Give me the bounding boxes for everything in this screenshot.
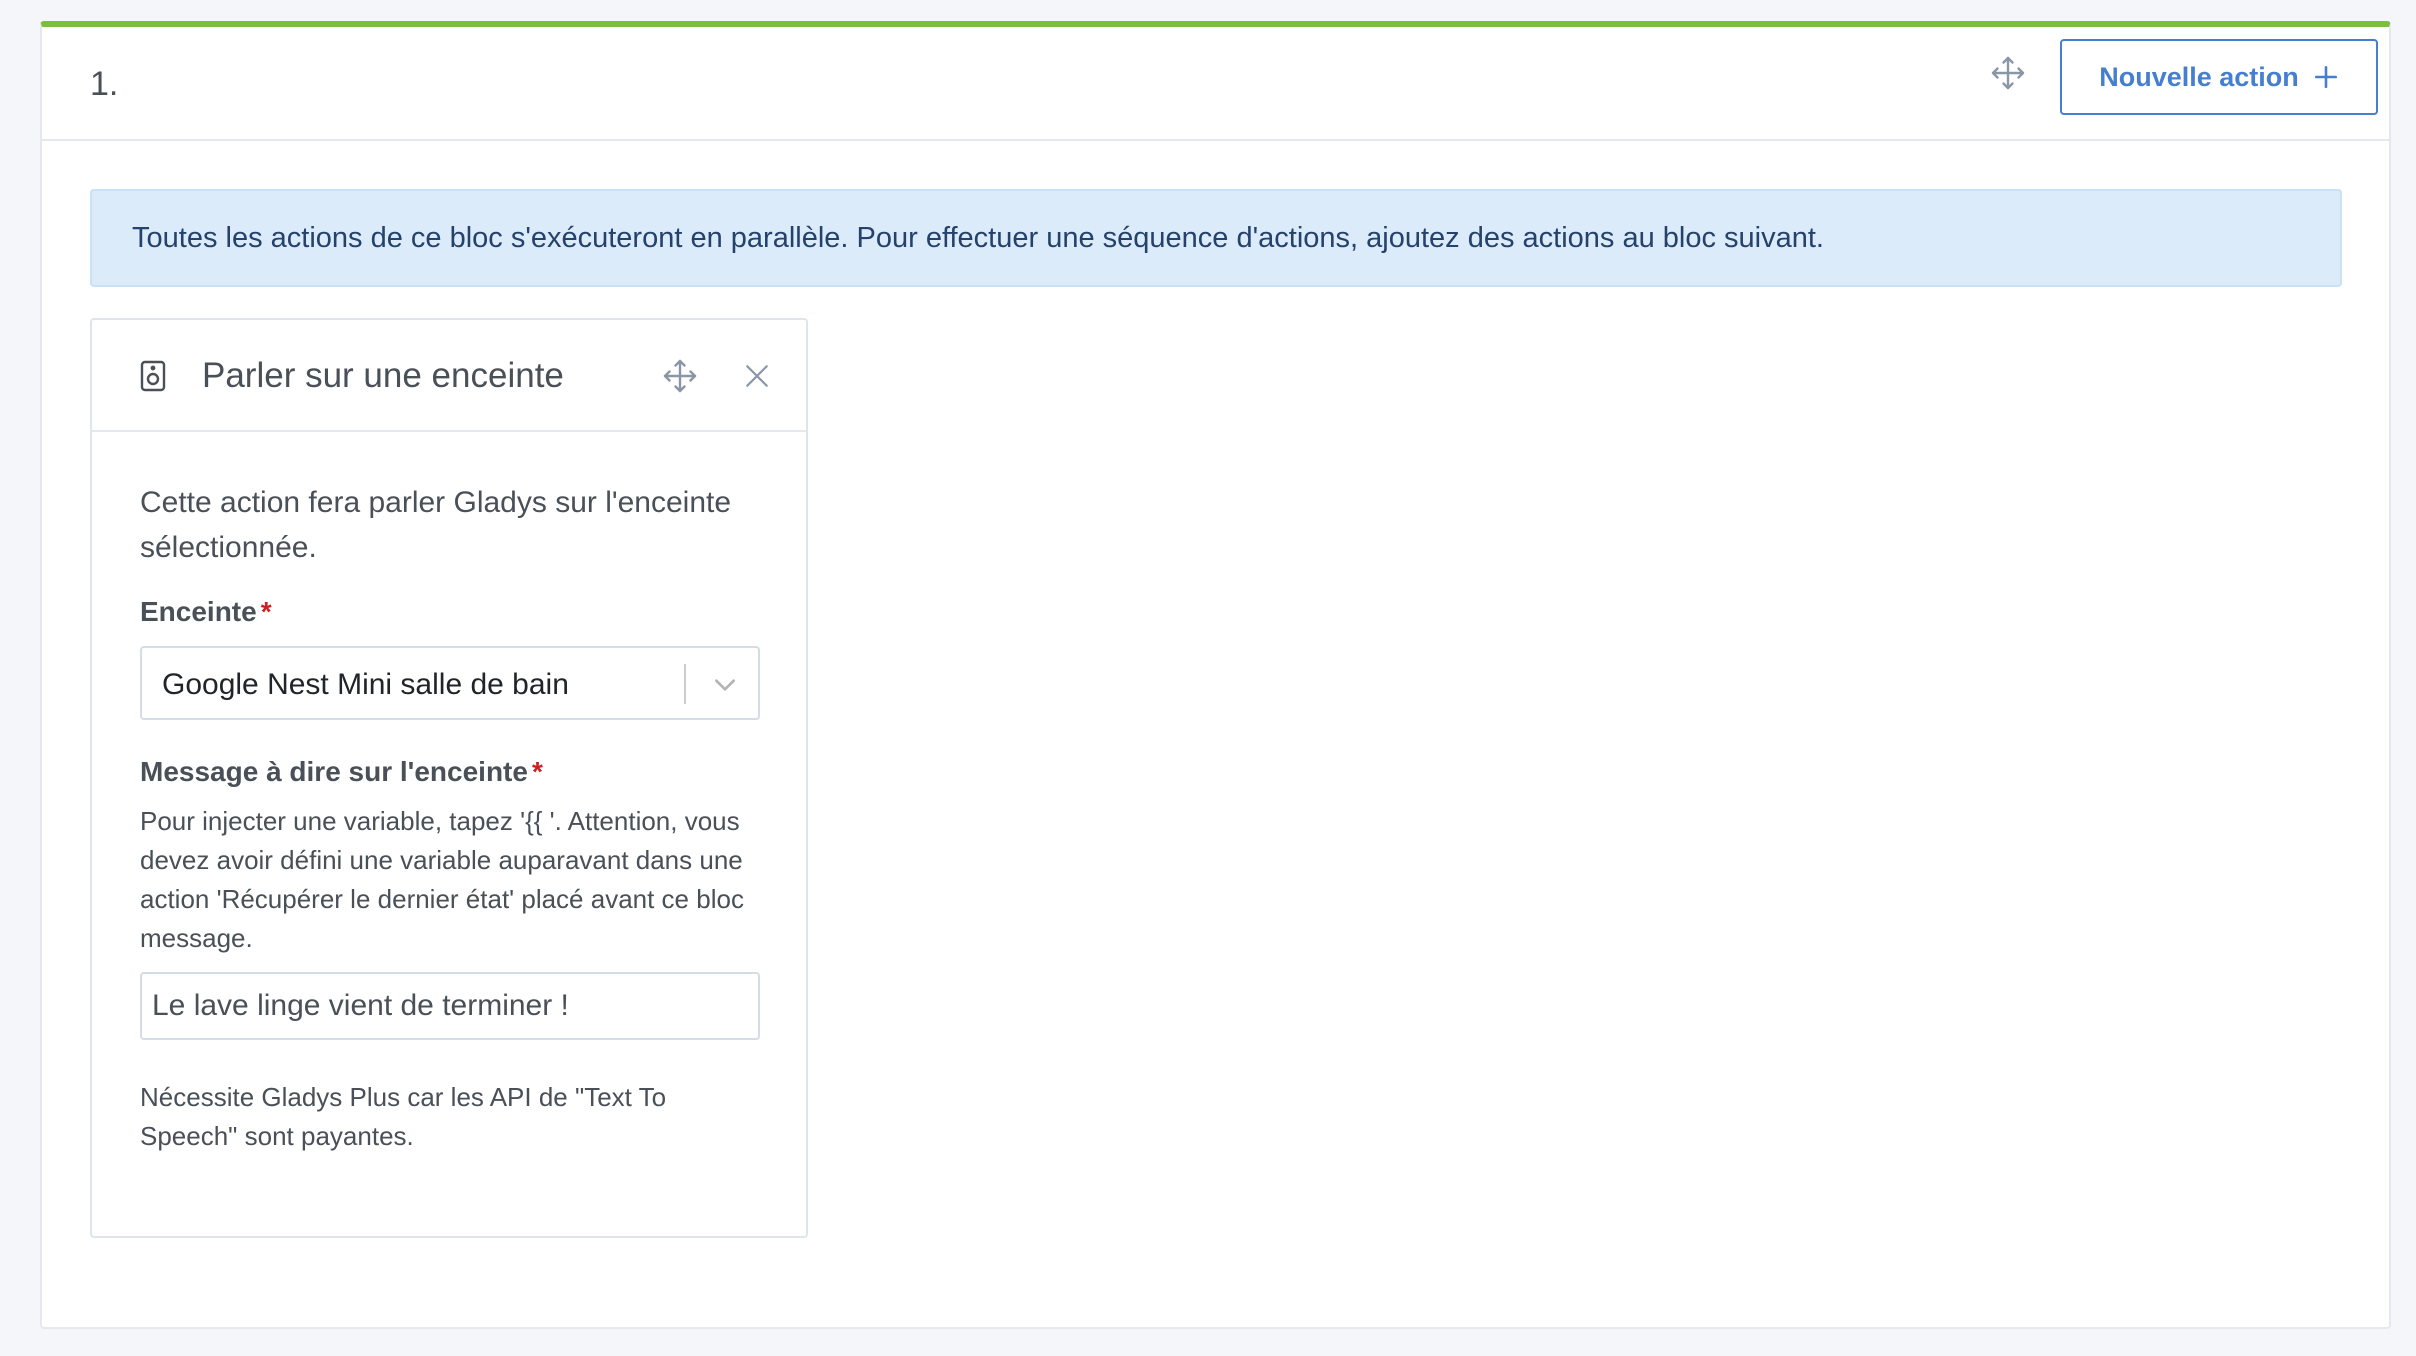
speaker-label-text: Enceinte bbox=[140, 596, 257, 627]
message-label: Message à dire sur l'enceinte * bbox=[140, 756, 760, 788]
message-input[interactable] bbox=[140, 972, 760, 1040]
parallel-info-alert: Toutes les actions de ce bloc s'exécuter… bbox=[90, 189, 2342, 287]
move-icon[interactable] bbox=[1990, 55, 2026, 91]
action-card-speak: Parler sur une enceinte Cette action fer… bbox=[90, 318, 808, 1238]
required-marker: * bbox=[260, 596, 272, 627]
plus-icon bbox=[2313, 64, 2339, 90]
parallel-info-text: Toutes les actions de ce bloc s'exécuter… bbox=[132, 221, 1824, 254]
speaker-label: Enceinte * bbox=[140, 596, 760, 628]
action-description: Cette action fera parler Gladys sur l'en… bbox=[140, 486, 732, 564]
message-help-text: Pour injecter une variable, tapez '{{ '.… bbox=[140, 806, 744, 953]
message-label-text: Message à dire sur l'enceinte bbox=[140, 756, 528, 787]
action-title: Parler sur une enceinte bbox=[202, 356, 564, 395]
speaker-select[interactable]: Google Nest Mini salle de bain bbox=[140, 646, 760, 720]
chevron-down-icon[interactable] bbox=[712, 672, 738, 698]
action-card-body: Cette action fera parler Gladys sur l'en… bbox=[140, 432, 760, 1156]
action-block-card: 1. Nouvelle action Toutes les actions de… bbox=[40, 21, 2391, 1329]
gladys-plus-note: Nécessite Gladys Plus car les API de "Te… bbox=[140, 1082, 667, 1151]
block-number: 1. bbox=[90, 65, 119, 103]
speaker-select-value: Google Nest Mini salle de bain bbox=[162, 668, 569, 701]
select-separator bbox=[684, 664, 686, 704]
move-icon[interactable] bbox=[662, 358, 698, 394]
new-action-label: Nouvelle action bbox=[2099, 61, 2299, 92]
new-action-button[interactable]: Nouvelle action bbox=[2060, 39, 2378, 115]
block-header: 1. Nouvelle action bbox=[42, 27, 2389, 141]
required-marker: * bbox=[531, 756, 543, 787]
action-card-header: Parler sur une enceinte bbox=[92, 320, 806, 432]
close-icon[interactable] bbox=[744, 363, 770, 389]
speaker-icon bbox=[140, 360, 166, 392]
